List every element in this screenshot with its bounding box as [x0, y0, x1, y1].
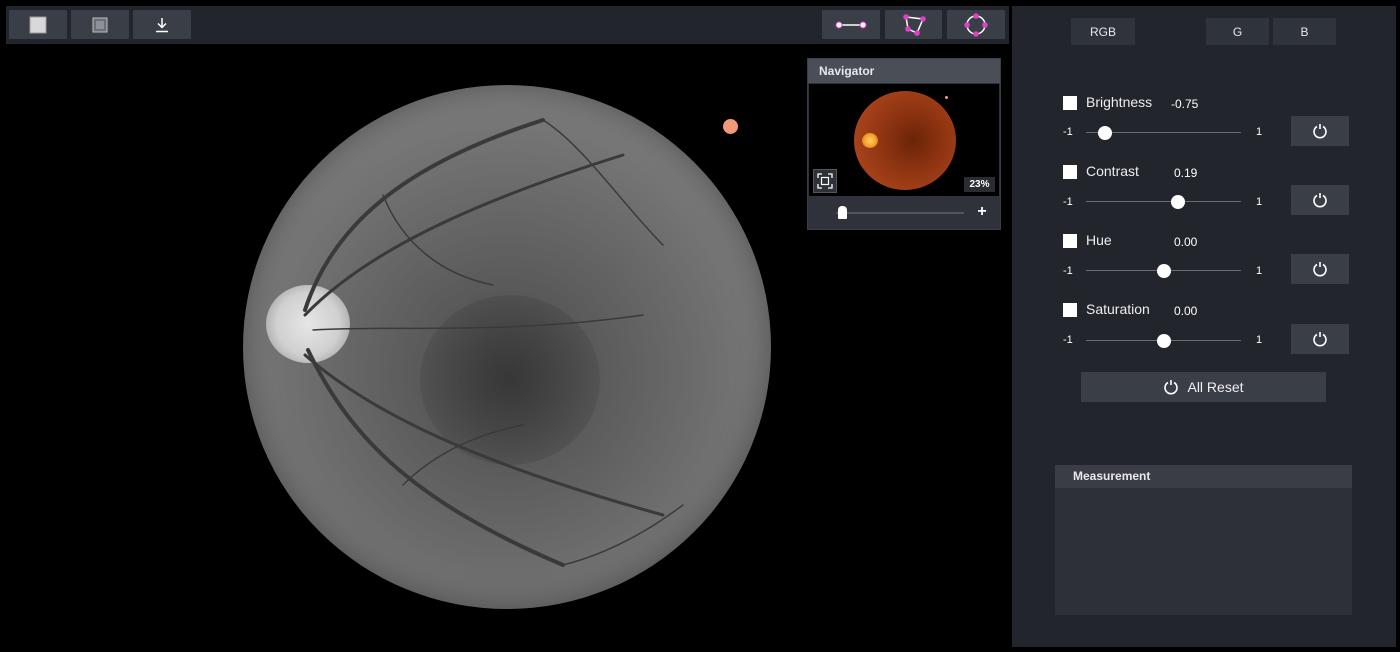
saturation-min: -1 — [1063, 334, 1073, 346]
square-frame-icon — [92, 17, 108, 32]
all-reset-button[interactable]: All Reset — [1081, 372, 1326, 402]
brightness-max: 1 — [1256, 126, 1263, 138]
navigator-thumbnail — [854, 91, 956, 190]
contrast-slider-track[interactable] — [1086, 201, 1241, 202]
zoom-slider-handle[interactable] — [837, 206, 847, 219]
contrast-value: 0.19 — [1174, 166, 1198, 180]
hue-checkbox[interactable] — [1063, 234, 1077, 248]
saturation-reset-button[interactable] — [1291, 324, 1349, 354]
contrast-min: -1 — [1063, 196, 1073, 208]
navigator-marker — [945, 96, 948, 99]
top-toolbar — [6, 6, 1009, 44]
square-filled-icon — [29, 16, 47, 33]
line-measure-button[interactable] — [822, 10, 880, 39]
contrast-slider-handle[interactable] — [1171, 195, 1186, 209]
brightness-label: Brightness — [1086, 94, 1153, 110]
hue-slider-handle[interactable] — [1156, 264, 1171, 278]
zoom-slider[interactable]: + — [808, 197, 1000, 228]
hue-max: 1 — [1256, 265, 1263, 277]
circle-measure-icon — [964, 12, 988, 37]
brightness-reset-button[interactable] — [1291, 116, 1349, 146]
measurement-panel: Measurement — [1055, 465, 1352, 615]
square-frame-button[interactable] — [71, 10, 129, 39]
polygon-measure-icon — [902, 13, 926, 36]
saturation-slider-handle[interactable] — [1156, 334, 1171, 348]
measurement-header: Measurement — [1055, 465, 1352, 488]
download-icon — [156, 17, 168, 32]
annotation-marker[interactable] — [723, 119, 738, 134]
thumbnail-optic-disc — [862, 133, 878, 148]
reset-icon — [1313, 124, 1327, 139]
saturation-label: Saturation — [1086, 301, 1150, 317]
navigator-panel: Navigator 23% + — [807, 58, 1001, 230]
navigator-title: Navigator — [819, 64, 875, 78]
line-measure-icon — [835, 21, 867, 28]
zoom-in-button[interactable]: + — [975, 203, 989, 221]
contrast-label: Contrast — [1086, 163, 1139, 179]
square-filled-button[interactable] — [9, 10, 67, 39]
navigator-header: Navigator — [808, 59, 1000, 83]
reset-icon — [1313, 193, 1327, 208]
brightness-value: -0.75 — [1171, 97, 1199, 111]
reset-icon — [1313, 332, 1327, 347]
reset-icon — [1164, 380, 1179, 395]
channel-b-button[interactable]: B — [1273, 18, 1336, 45]
contrast-reset-button[interactable] — [1291, 185, 1349, 215]
fit-screen-icon — [817, 173, 833, 189]
contrast-max: 1 — [1256, 196, 1263, 208]
download-button[interactable] — [133, 10, 191, 39]
polygon-measure-button[interactable] — [885, 10, 942, 39]
circle-measure-button[interactable] — [947, 10, 1005, 39]
channel-rgb-button[interactable]: RGB — [1071, 18, 1135, 45]
saturation-value: 0.00 — [1174, 304, 1198, 318]
reset-icon — [1313, 262, 1327, 277]
measurement-title: Measurement — [1073, 469, 1151, 483]
brightness-checkbox[interactable] — [1063, 96, 1077, 110]
channel-g-button[interactable]: G — [1206, 18, 1269, 45]
fit-to-screen-button[interactable] — [813, 169, 837, 193]
all-reset-label: All Reset — [1187, 379, 1244, 395]
contrast-checkbox[interactable] — [1063, 165, 1077, 179]
saturation-max: 1 — [1256, 334, 1263, 346]
brightness-slider-handle[interactable] — [1098, 126, 1113, 140]
zoom-slider-track[interactable] — [836, 212, 964, 214]
hue-label: Hue — [1086, 232, 1112, 248]
hue-value: 0.00 — [1174, 235, 1198, 249]
hue-reset-button[interactable] — [1291, 254, 1349, 284]
brightness-min: -1 — [1063, 126, 1073, 138]
saturation-checkbox[interactable] — [1063, 303, 1077, 317]
hue-min: -1 — [1063, 265, 1073, 277]
zoom-level: 23% — [964, 177, 995, 192]
navigator-viewport[interactable]: 23% — [809, 84, 999, 196]
adjustment-panel: RGB G B Brightness -0.75 -1 1 Contrast 0… — [1012, 6, 1396, 647]
vessel-overlay — [303, 118, 684, 567]
